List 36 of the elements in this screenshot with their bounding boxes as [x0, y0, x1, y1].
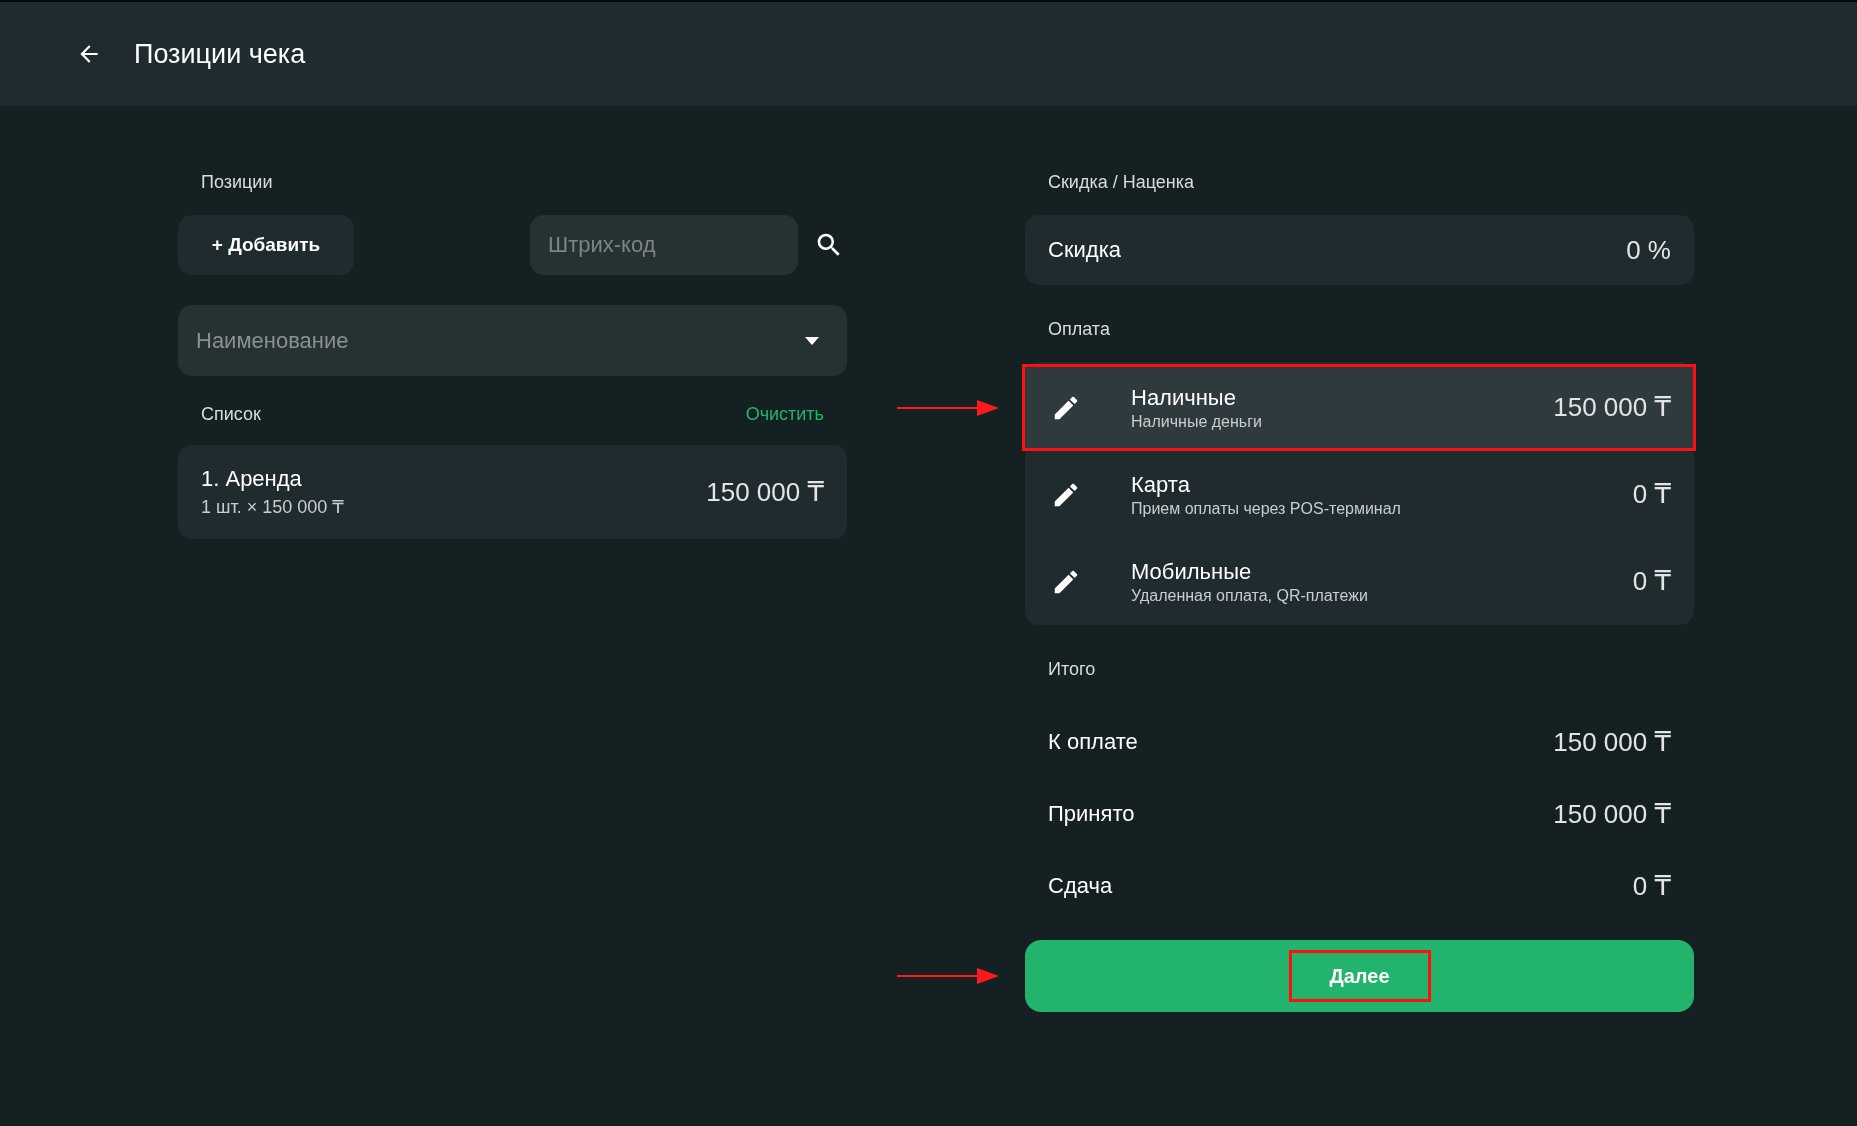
item-detail: 1 шт. × 150 000 ₸ [201, 496, 344, 518]
list-item-card[interactable]: 1. Аренда 1 шт. × 150 000 ₸ 150 000 ₸ [178, 445, 847, 539]
payment-method-row[interactable]: Мобильные Удаленная оплата, QR-платежи 0 ₸ [1025, 538, 1694, 625]
total-label: Принято [1048, 801, 1135, 827]
add-button[interactable]: + Добавить [178, 215, 354, 275]
total-label: К оплате [1048, 729, 1138, 755]
barcode-field[interactable]: Штрих-код [530, 215, 798, 275]
payment-amount: 0 ₸ [1632, 566, 1671, 597]
discount-card[interactable]: Скидка 0 % [1025, 215, 1694, 285]
section-label: Скидка / Наценка [1047, 172, 1195, 193]
total-value: 150 000 ₸ [1553, 798, 1671, 830]
dropdown-caret-icon [805, 336, 819, 345]
payment-method-row[interactable]: Карта Прием оплаты через POS-терминал 0 ₸ [1025, 451, 1694, 538]
section-label: Позиции [200, 172, 273, 193]
discount-label: Скидка [1048, 237, 1121, 263]
item-title: 1. Аренда [201, 466, 303, 492]
page-title: Позиции чека [134, 38, 306, 70]
section-label: Итого [1047, 659, 1096, 680]
payment-description: Наличные деньги [1131, 412, 1263, 431]
payment-name: Мобильные [1131, 558, 1253, 585]
payment-name: Карта [1131, 471, 1191, 498]
total-value: 150 000 ₸ [1553, 726, 1671, 758]
total-label: Сдача [1048, 873, 1113, 899]
payment-name: Наличные [1131, 384, 1237, 411]
section-label: Оплата [1047, 319, 1110, 340]
payment-description: Прием оплаты через POS-терминал [1131, 499, 1402, 518]
name-dropdown[interactable]: Наименование [178, 305, 847, 376]
payment-method-row[interactable]: Наличные Наличные деньги 150 000 ₸ [1025, 364, 1694, 451]
clear-link[interactable]: Очистить [745, 404, 847, 425]
payment-amount: 150 000 ₸ [1553, 392, 1671, 423]
total-value: 0 ₸ [1632, 870, 1671, 902]
section-label: Список [200, 404, 261, 425]
discount-value: 0 % [1626, 234, 1671, 266]
payment-description: Удаленная оплата, QR-платежи [1131, 586, 1369, 605]
payment-amount: 0 ₸ [1632, 479, 1671, 510]
item-amount: 150 000 ₸ [706, 476, 824, 508]
